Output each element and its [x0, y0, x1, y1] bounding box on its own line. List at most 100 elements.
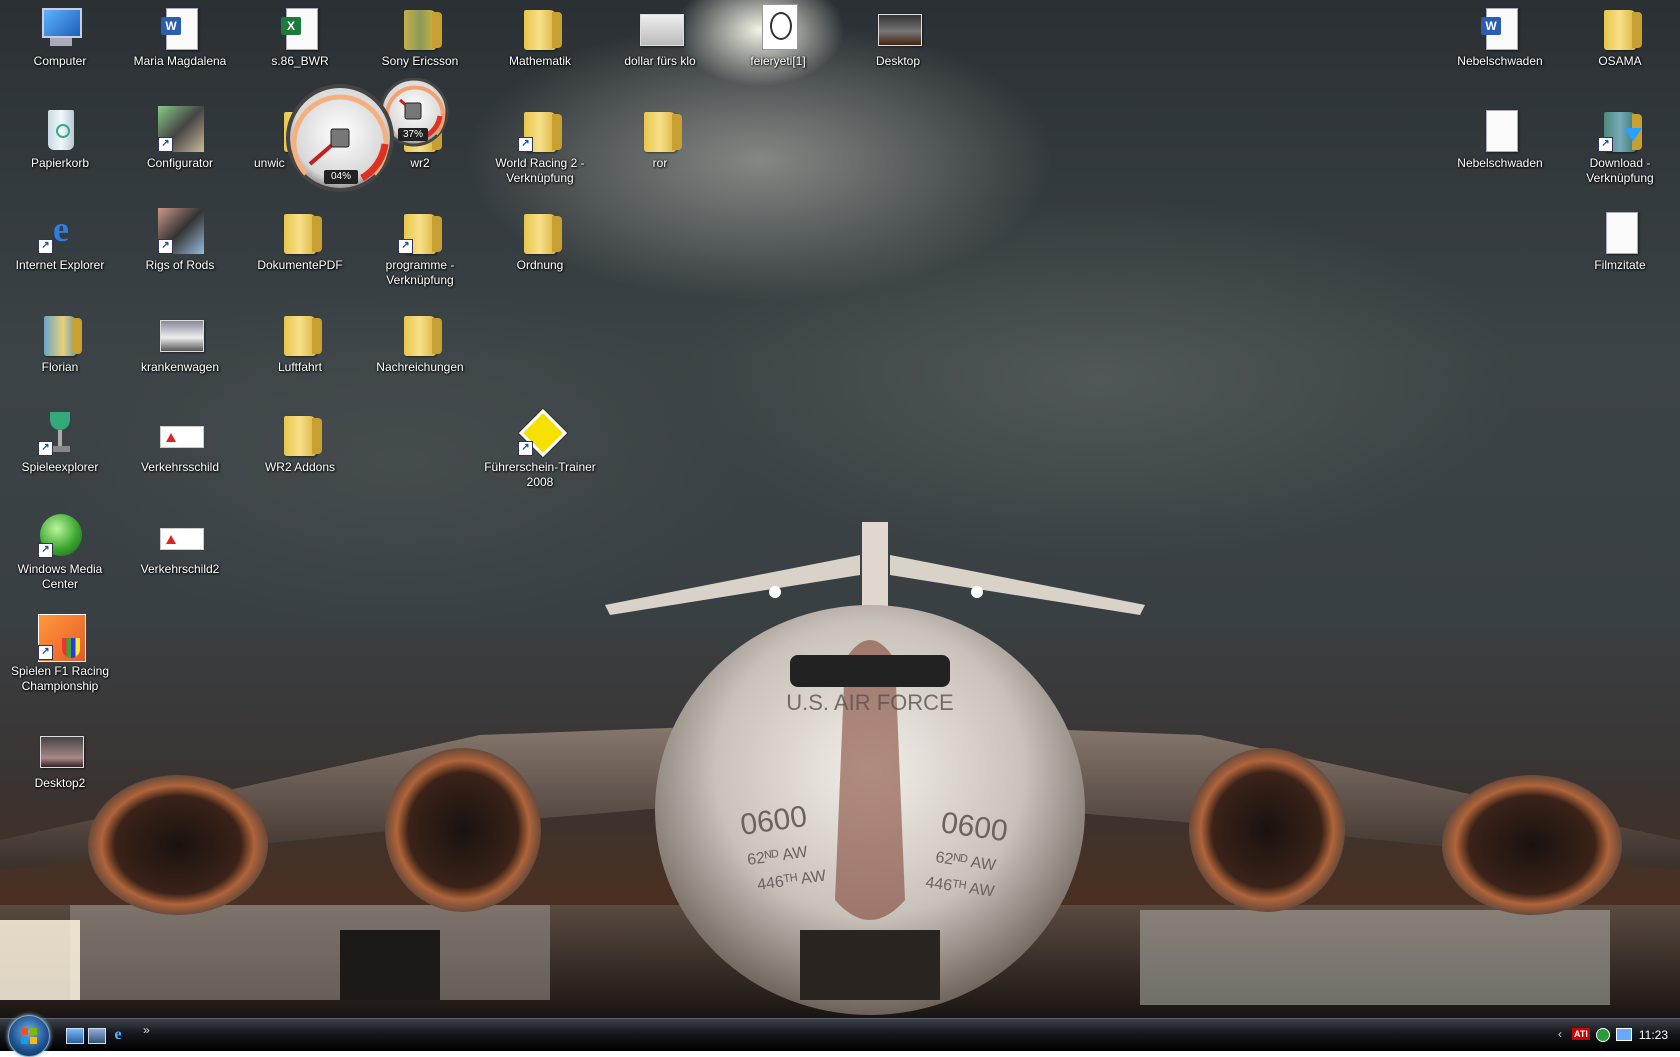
desktop-icon-verkehrschild2[interactable]: Verkehrschild2	[124, 512, 236, 577]
desktop-icon-osama[interactable]: OSAMA	[1564, 4, 1676, 69]
desktop-icon-nebelschwaden-text[interactable]: Nebelschwaden	[1444, 106, 1556, 171]
desktop-icon-label: World Racing 2 - Verknüpfung	[495, 156, 585, 185]
desktop-icon-label: feieryeti[1]	[750, 54, 806, 68]
desktop-icon-spielen-f1[interactable]: ↗ Spielen F1 Racing Championship	[4, 614, 116, 694]
switch-windows-icon[interactable]	[88, 1028, 106, 1044]
desktop-icon-computer[interactable]: Computer	[4, 4, 116, 69]
desktop-icon-maria-magdalena[interactable]: W Maria Magdalena	[124, 4, 236, 69]
desktop-icon-label: OSAMA	[1598, 54, 1642, 68]
start-button[interactable]	[8, 1015, 50, 1057]
quicklaunch-expand-icon[interactable]: »	[143, 1023, 150, 1037]
tray-expand-icon[interactable]: ‹	[1558, 1027, 1562, 1041]
security-tray-icon[interactable]	[1596, 1028, 1610, 1042]
image-icon	[36, 726, 84, 774]
image-icon	[156, 512, 204, 560]
desktop-icon-verkehrsschild[interactable]: Verkehrsschild	[124, 410, 236, 475]
aircraft-lettering: U.S. AIR FORCE	[786, 690, 953, 715]
desktop-icon-windows-media-center[interactable]: ↗ Windows Media Center	[4, 512, 116, 592]
shortcut-arrow-icon: ↗	[158, 239, 173, 254]
desktop-icon-s86-bwr[interactable]: X s.86_BWR	[244, 4, 356, 69]
desktop-icon-desktop[interactable]: Desktop	[842, 4, 954, 69]
computer-icon	[36, 4, 84, 52]
taskbar: e » ‹ ATI 11:23	[0, 1015, 1680, 1057]
desktop-icon-nebelschwaden-word[interactable]: W Nebelschwaden	[1444, 4, 1556, 69]
desktop-icon-nachreichungen[interactable]: Nachreichungen	[364, 310, 476, 375]
desktop-icon-label: WR2 Addons	[264, 460, 336, 474]
system-tray: ‹ ATI 11:23	[1550, 1019, 1680, 1051]
shortcut-arrow-icon: ↗	[38, 543, 53, 558]
desktop-icon-filmzitate[interactable]: Filmzitate	[1564, 208, 1676, 273]
desktop-icon-label: Mathematik	[508, 54, 572, 68]
folder-icon	[636, 106, 684, 154]
text-document-icon	[1596, 208, 1644, 256]
network-tray-icon[interactable]	[1616, 1028, 1632, 1041]
image-icon	[636, 4, 684, 52]
shortcut-arrow-icon: ↗	[158, 137, 173, 152]
desktop-icon-label: Spielen F1 Racing Championship	[10, 664, 110, 693]
desktop-icon-dokumentepdf[interactable]: DokumentePDF	[244, 208, 356, 273]
folder-icon: ↗	[516, 106, 564, 154]
text-document-icon	[1476, 106, 1524, 154]
desktop-icon-dollar-fuers-klo[interactable]: dollar fürs klo	[604, 4, 716, 69]
desktop-icon-wr2-addons[interactable]: WR2 Addons	[244, 410, 356, 475]
desktop-icon-mathematik[interactable]: Mathematik	[484, 4, 596, 69]
show-desktop-icon[interactable]	[66, 1028, 84, 1044]
recycle-bin-icon	[36, 106, 84, 154]
desktop-icon-florian[interactable]: Florian	[4, 310, 116, 375]
desktop-icon-fuehrerschein-trainer[interactable]: ↗ Führerschein-Trainer 2008	[484, 408, 596, 490]
desktop-icon-spieleexplorer[interactable]: ↗ Spieleexplorer	[4, 410, 116, 475]
desktop-icon-krankenwagen[interactable]: krankenwagen	[124, 310, 236, 375]
desktop-icon-sony-ericsson[interactable]: Sony Ericsson	[364, 4, 476, 69]
desktop-icon-feieryeti[interactable]: feieryeti[1]	[722, 4, 834, 69]
desktop-icon-papierkorb[interactable]: Papierkorb	[4, 106, 116, 171]
taskbar-clock[interactable]: 11:23	[1639, 1028, 1668, 1042]
ati-tray-icon[interactable]: ATI	[1572, 1028, 1590, 1040]
desktop-icon-label: Rigs of Rods	[145, 258, 215, 272]
desktop[interactable]: 0600 0600 62ᴺᴰ AW 62ᴺᴰ AW 446ᵀᴴ AW 446ᵀᴴ…	[0, 0, 1680, 1018]
desktop-icon-label: Sony Ericsson	[381, 54, 459, 68]
app-icon: ↗	[156, 208, 204, 256]
desktop-icon-label: ror	[652, 156, 668, 170]
folder-icon	[1596, 4, 1644, 52]
image-icon	[754, 4, 802, 52]
desktop-icon-label: Spieleexplorer	[21, 460, 99, 474]
desktop-icon-label: Desktop	[875, 54, 921, 68]
games-icon: ↗	[36, 410, 84, 458]
desktop-icon-desktop2[interactable]: Desktop2	[4, 726, 116, 791]
shortcut-arrow-icon: ↗	[518, 441, 533, 456]
game-icon: ↗	[36, 614, 86, 662]
desktop-icon-label: Verkehrsschild	[140, 460, 220, 474]
word-document-icon: W	[1476, 4, 1524, 52]
desktop-icon-rigs-of-rods[interactable]: ↗ Rigs of Rods	[124, 208, 236, 273]
desktop-icon-label: Download - Verknüpfung	[1586, 156, 1654, 185]
desktop-icon-label: Nebelschwaden	[1457, 54, 1543, 68]
desktop-icon-label: Ordnung	[516, 258, 564, 272]
desktop-icon-ror[interactable]: ror	[604, 106, 716, 171]
word-document-icon: W	[156, 4, 204, 52]
shortcut-arrow-icon: ↗	[398, 239, 413, 254]
desktop-icon-label: dollar fürs klo	[624, 54, 696, 68]
desktop-icon-label: Internet Explorer	[15, 258, 105, 272]
desktop-icon-internet-explorer[interactable]: e ↗ Internet Explorer	[4, 208, 116, 273]
cpu-meter-gadget[interactable]: 04% 37%	[286, 77, 456, 198]
desktop-icon-label: Nebelschwaden	[1457, 156, 1543, 170]
desktop-icon-download-verknuepfung[interactable]: ↗ Download - Verknüpfung	[1564, 106, 1676, 186]
shortcut-arrow-icon: ↗	[1598, 137, 1613, 152]
desktop-icon-label: Papierkorb	[30, 156, 90, 170]
desktop-icon-luftfahrt[interactable]: Luftfahrt	[244, 310, 356, 375]
gauge-dials	[286, 77, 449, 192]
folder-icon	[516, 4, 564, 52]
desktop-icon-configurator[interactable]: ↗ Configurator	[124, 106, 236, 171]
image-icon	[156, 310, 204, 358]
internet-explorer-quicklaunch-icon[interactable]: e	[110, 1027, 126, 1043]
desktop-icon-ordnung[interactable]: Ordnung	[484, 208, 596, 273]
folder-icon	[396, 310, 444, 358]
desktop-icon-world-racing-2[interactable]: ↗ World Racing 2 - Verknüpfung	[484, 106, 596, 186]
desktop-icon-programme-verknuepfung[interactable]: ↗ programme - Verknüpfung	[364, 208, 476, 288]
folder-icon: ↗	[396, 208, 444, 256]
desktop-icon-label: Computer	[33, 54, 87, 68]
app-icon: ↗	[516, 408, 568, 458]
desktop-icon-label: krankenwagen	[140, 360, 220, 374]
desktop-icon-label: Führerschein-Trainer 2008	[484, 460, 596, 489]
windows-logo-icon	[21, 1028, 37, 1044]
